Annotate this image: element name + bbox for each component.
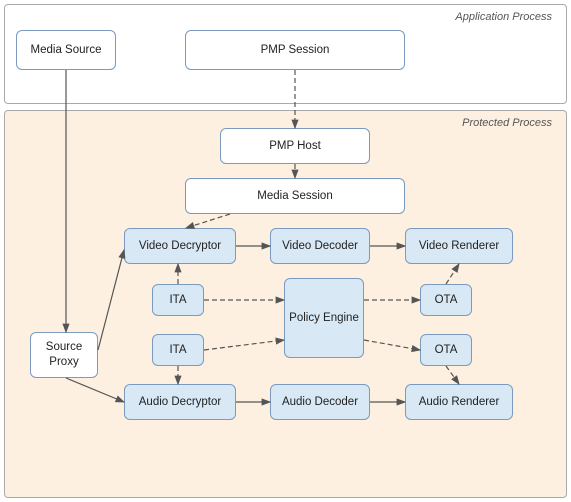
protected-process-label: Protected Process — [462, 117, 552, 129]
pmp-session-box: PMP Session — [185, 30, 405, 70]
audio-renderer-box: Audio Renderer — [405, 384, 513, 420]
video-decryptor-box: Video Decryptor — [124, 228, 236, 264]
source-proxy-box: Source Proxy — [30, 332, 98, 378]
app-process-label: Application Process — [455, 11, 552, 23]
ita-top-box: ITA — [152, 284, 204, 316]
ita-bottom-box: ITA — [152, 334, 204, 366]
diagram-container: Application Process Protected Process Me… — [0, 0, 571, 502]
video-decoder-box: Video Decoder — [270, 228, 370, 264]
media-session-box: Media Session — [185, 178, 405, 214]
pmp-host-box: PMP Host — [220, 128, 370, 164]
audio-decryptor-box: Audio Decryptor — [124, 384, 236, 420]
audio-decoder-box: Audio Decoder — [270, 384, 370, 420]
ota-bottom-box: OTA — [420, 334, 472, 366]
ota-top-box: OTA — [420, 284, 472, 316]
policy-engine-box: Policy Engine — [284, 278, 364, 358]
video-renderer-box: Video Renderer — [405, 228, 513, 264]
media-source-box: Media Source — [16, 30, 116, 70]
